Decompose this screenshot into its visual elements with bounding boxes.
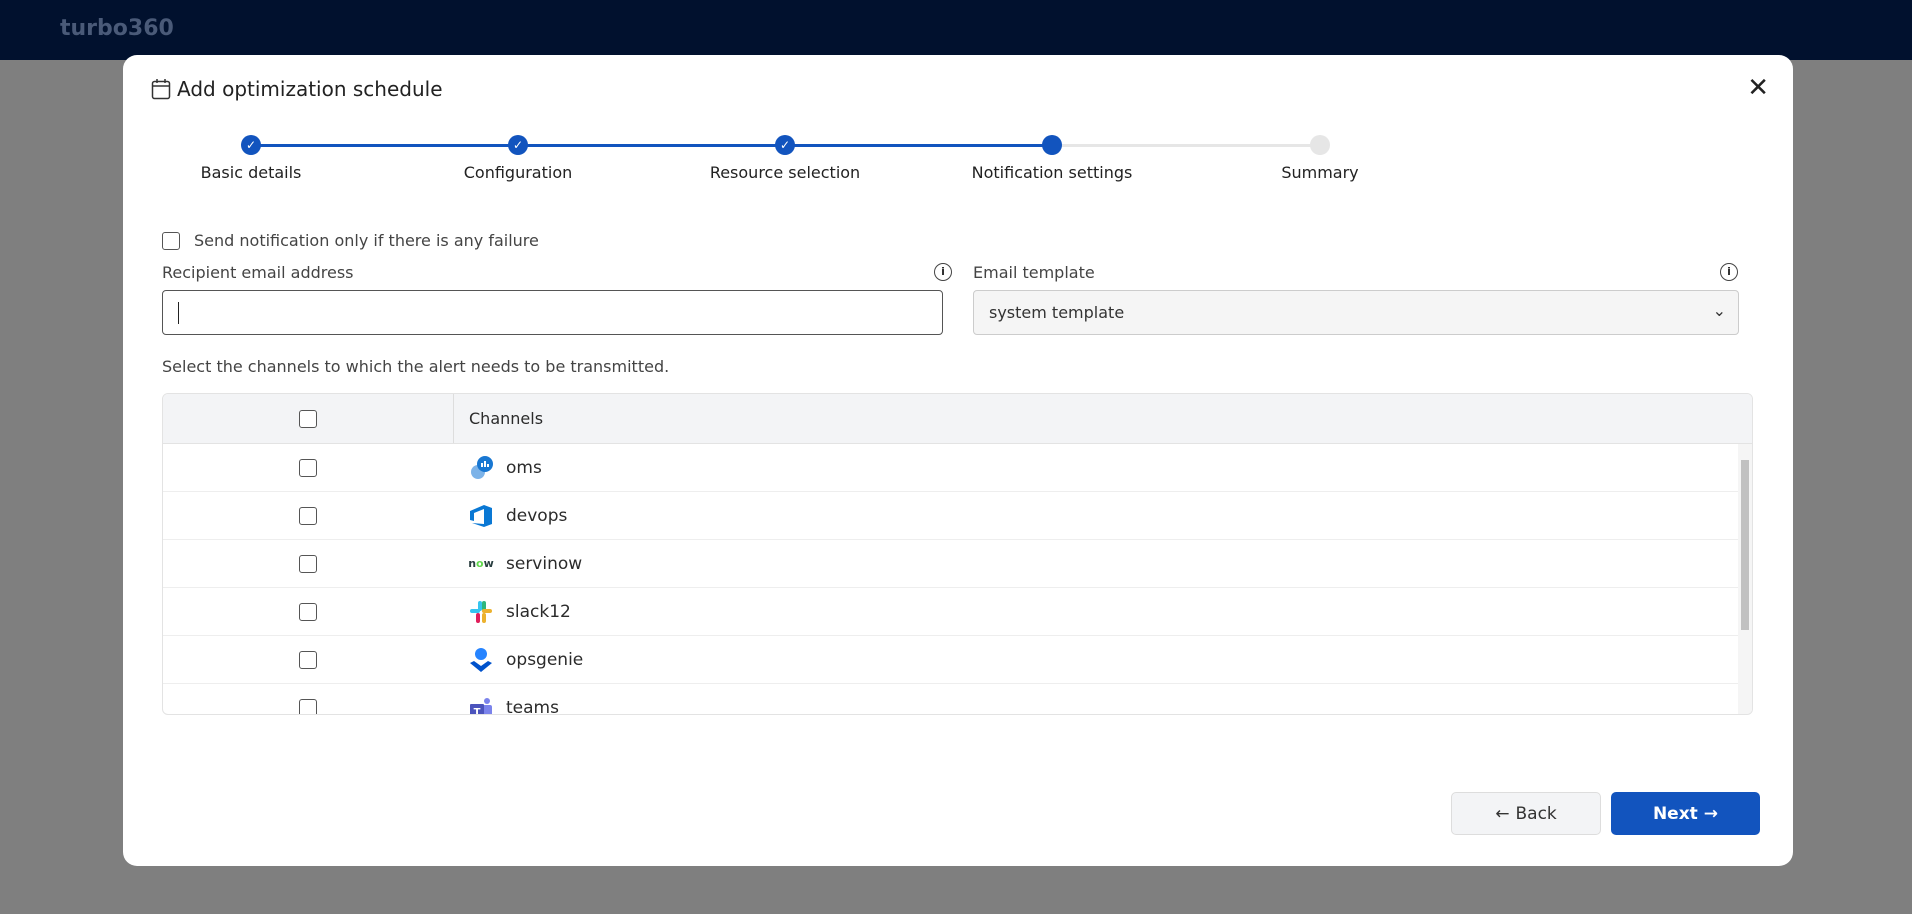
top-bar: turbo360 (0, 0, 1912, 60)
arrow-right-icon: → (1703, 803, 1719, 824)
table-row[interactable]: now servinow (163, 540, 1738, 588)
azure-devops-icon (468, 503, 494, 529)
email-template-value: system template (989, 303, 1125, 322)
step-connector (251, 144, 518, 147)
row-checkbox[interactable] (299, 698, 317, 714)
failure-only-label: Send notification only if there is any f… (194, 231, 539, 250)
step-check-icon: ✓ (241, 135, 261, 155)
recipient-email-input[interactable] (162, 290, 943, 335)
next-button[interactable]: Next → (1611, 792, 1760, 835)
channel-name: servinow (506, 553, 583, 574)
step-label: Summary (1281, 163, 1359, 182)
chevron-down-icon: ⌄ (1712, 301, 1726, 320)
table-row[interactable]: slack12 (163, 588, 1738, 636)
channel-name: oms (506, 457, 542, 478)
email-template-label: Email template (973, 263, 1095, 282)
step-dot (1042, 135, 1062, 155)
step-label: Configuration (463, 163, 573, 182)
row-checkbox[interactable] (299, 554, 317, 573)
info-icon[interactable]: i (934, 263, 952, 281)
dialog-title-text: Add optimization schedule (177, 77, 443, 101)
table-row[interactable]: Tteams (163, 684, 1738, 716)
step-connector (785, 144, 1052, 147)
table-row[interactable]: opsgenie (163, 636, 1738, 684)
step-label: Notification settings (971, 163, 1133, 182)
info-icon[interactable]: i (1720, 263, 1738, 281)
step-dot (1310, 135, 1330, 155)
row-checkbox[interactable] (299, 506, 317, 525)
row-checkbox[interactable] (299, 458, 317, 477)
svg-text:T: T (474, 707, 481, 716)
oms-icon (468, 455, 494, 481)
slack-icon (468, 599, 494, 625)
table-row[interactable]: oms (163, 444, 1738, 492)
opsgenie-icon (468, 647, 494, 673)
add-schedule-dialog: Add optimization schedule ✕ ✓ Basic detai… (123, 55, 1793, 866)
servicenow-icon: now (468, 557, 494, 570)
next-label: Next (1652, 803, 1698, 824)
step-label: Resource selection (709, 163, 861, 182)
table-body: oms devops now servinow slack12 opsgenie Tteam… (163, 444, 1738, 716)
select-all-checkbox[interactable] (299, 409, 317, 428)
arrow-left-icon: ← (1495, 803, 1510, 824)
channel-name: slack12 (506, 601, 571, 622)
back-button[interactable]: ← Back (1451, 792, 1601, 835)
failure-only-checkbox[interactable] (162, 231, 180, 250)
back-label: Back (1515, 803, 1557, 824)
calendar-icon (151, 79, 171, 100)
row-checkbox[interactable] (299, 650, 317, 669)
failure-only-option[interactable]: Send notification only if there is any f… (162, 231, 539, 250)
scrollbar[interactable] (1738, 444, 1752, 714)
dialog-title: Add optimization schedule (151, 77, 443, 101)
channel-name: teams (506, 697, 559, 715)
channels-hint: Select the channels to which the alert n… (162, 357, 670, 376)
text-caret (178, 302, 179, 324)
channel-name: devops (506, 505, 568, 526)
step-check-icon: ✓ (508, 135, 528, 155)
step-check-icon: ✓ (775, 135, 795, 155)
recipient-label: Recipient email address (162, 263, 354, 282)
brand-logo: turbo360 (60, 16, 174, 41)
row-checkbox[interactable] (299, 602, 317, 621)
step-label: Basic details (200, 163, 302, 182)
channels-table: Channels oms devops now servinow slack12 opsg… (162, 393, 1753, 715)
table-row[interactable]: devops (163, 492, 1738, 540)
step-connector (1052, 144, 1320, 147)
channels-column-header: Channels (453, 394, 1752, 443)
step-connector (518, 144, 785, 147)
table-header: Channels (163, 394, 1752, 444)
scrollbar-thumb[interactable] (1741, 460, 1749, 630)
close-icon[interactable]: ✕ (1747, 75, 1769, 101)
email-template-select[interactable]: system template ⌄ (973, 290, 1739, 335)
channel-name: opsgenie (506, 649, 584, 670)
teams-icon: T (468, 695, 494, 716)
